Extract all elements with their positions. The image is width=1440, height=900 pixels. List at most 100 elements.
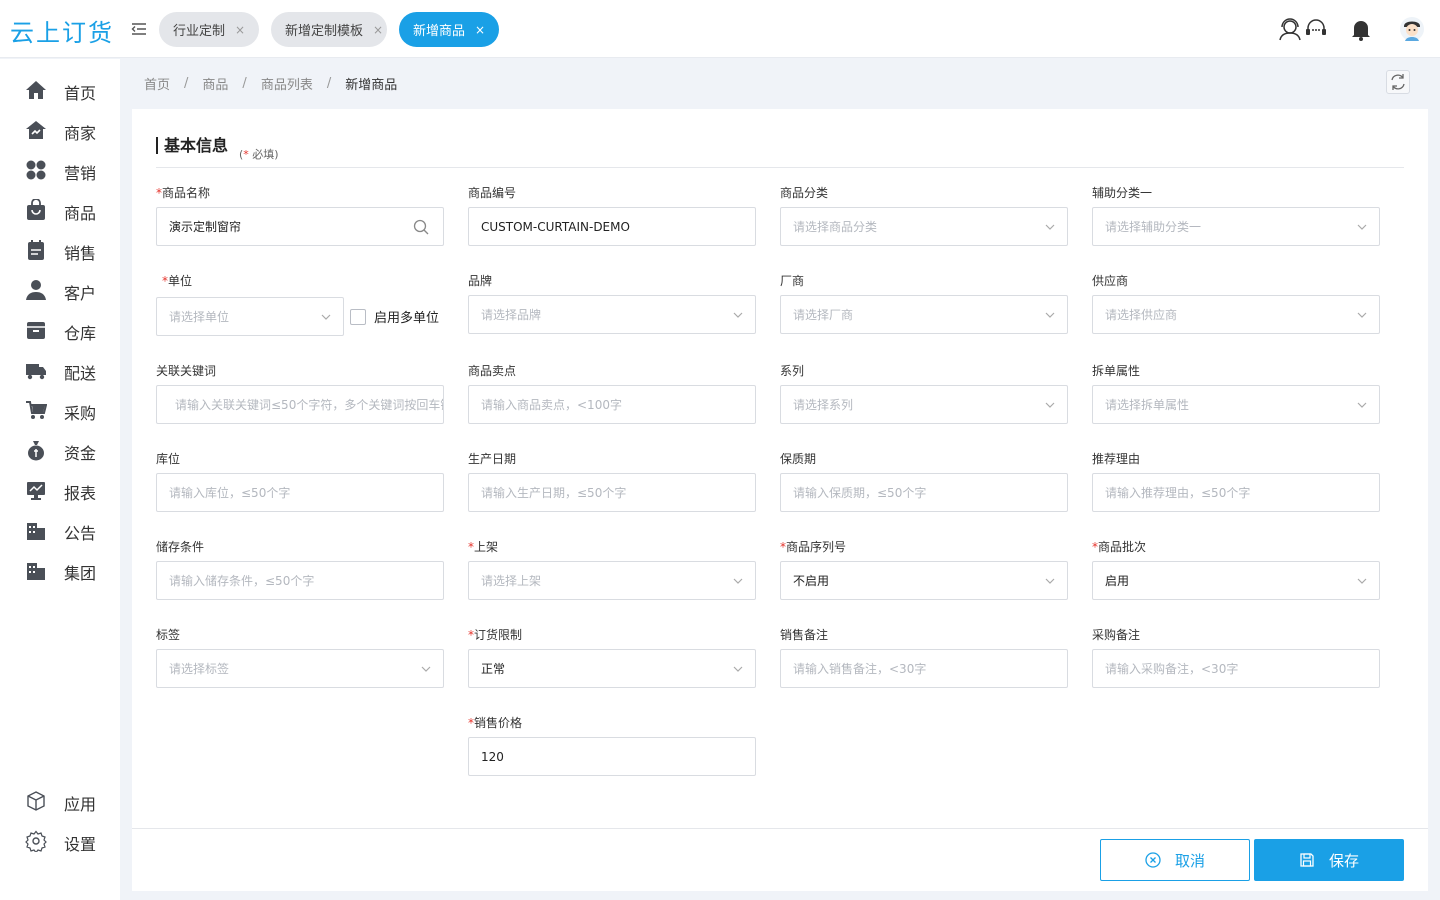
refresh-button[interactable] <box>1386 70 1410 94</box>
gear-icon <box>25 830 47 852</box>
chevron-down-icon <box>1045 402 1055 408</box>
recommend-reason-input[interactable]: 请输入推荐理由，≤50个字 <box>1092 473 1380 512</box>
close-icon[interactable]: × <box>235 23 251 37</box>
sidebar-item-purchase[interactable]: 采购 <box>0 391 120 427</box>
sidebar-item-marketing[interactable]: 营销 <box>0 151 120 187</box>
purchase-note-input[interactable]: 请输入采购备注，<30字 <box>1092 649 1380 688</box>
breadcrumb-product-list[interactable]: 商品列表 <box>261 74 313 93</box>
breadcrumb: 首页 / 商品 / 商品列表 / 新增商品 <box>144 74 397 93</box>
order-limit-select[interactable]: 正常 <box>468 649 756 688</box>
breadcrumb-separator: / <box>184 76 189 91</box>
breadcrumb-home[interactable]: 首页 <box>144 74 170 93</box>
sidebar-item-delivery[interactable]: 配送 <box>0 351 120 387</box>
chevron-down-icon <box>1357 312 1367 318</box>
tab-new-product[interactable]: 新增商品 × <box>399 12 499 47</box>
purchase-note-label: 采购备注 <box>1092 628 1141 642</box>
home-icon <box>26 81 46 99</box>
serial-no-select[interactable]: 不启用 <box>780 561 1068 600</box>
chevron-down-icon <box>733 578 743 584</box>
chevron-down-icon <box>733 312 743 318</box>
app-logo[interactable]: 云上订货 <box>10 13 114 48</box>
production-date-input[interactable]: 请输入生产日期，≤50个字 <box>468 473 756 512</box>
announcement-icon <box>27 523 45 540</box>
chevron-down-icon <box>1045 224 1055 230</box>
recommend-reason-label: 推荐理由 <box>1092 452 1141 466</box>
chevron-down-icon <box>1357 402 1367 408</box>
customer-service-icon[interactable] <box>1277 16 1303 42</box>
customer-icon <box>26 280 46 300</box>
report-icon <box>27 482 45 500</box>
batch-select[interactable]: 启用 <box>1092 561 1380 600</box>
headset-icon[interactable] <box>1303 16 1329 42</box>
listing-label: *上架 <box>468 540 499 554</box>
bag-icon <box>27 199 45 220</box>
production-date-label: 生产日期 <box>468 452 517 466</box>
split-attr-select[interactable]: 请选择拆单属性 <box>1092 385 1380 424</box>
close-circle-icon <box>1145 852 1161 868</box>
chevron-down-icon <box>1357 578 1367 584</box>
unit-label: *单位 <box>162 274 193 288</box>
cart-icon <box>26 401 47 419</box>
sidebar-item-customer[interactable]: 客户 <box>0 271 120 307</box>
series-select[interactable]: 请选择系列 <box>780 385 1068 424</box>
sidebar-item-product[interactable]: 商品 <box>0 191 120 227</box>
sidebar-item-merchant[interactable]: 商家 <box>0 111 120 147</box>
warehouse-icon <box>27 322 45 339</box>
product-form-card: 基本信息 (* 必填) *商品名称 演示定制窗帘 商品编号 CUSTOM-CUR… <box>132 109 1428 891</box>
price-label: *销售价格 <box>468 716 523 730</box>
cancel-button[interactable]: 取消 <box>1100 839 1250 881</box>
multi-unit-checkbox[interactable] <box>350 309 366 325</box>
sidebar-item-apps[interactable]: 应用 <box>0 782 120 818</box>
aux-category-label: 辅助分类一 <box>1092 186 1153 200</box>
tab-industry-custom[interactable]: 行业定制 × <box>159 12 259 47</box>
tab-new-custom-template[interactable]: 新增定制模板 × <box>271 12 387 47</box>
save-button[interactable]: 保存 <box>1254 839 1404 881</box>
tags-label: 标签 <box>156 628 181 642</box>
close-icon[interactable]: × <box>373 23 387 37</box>
series-label: 系列 <box>780 364 805 378</box>
sidebar-item-funds[interactable]: 资金 <box>0 431 120 467</box>
sidebar-item-group[interactable]: 集团 <box>0 551 120 587</box>
sidebar-item-warehouse[interactable]: 仓库 <box>0 311 120 347</box>
selling-point-input[interactable]: 请输入商品卖点，<100字 <box>468 385 756 424</box>
group-icon <box>27 563 45 580</box>
breadcrumb-separator: / <box>326 76 332 91</box>
breadcrumb-product[interactable]: 商品 <box>202 74 228 93</box>
collapse-menu-icon[interactable] <box>130 20 148 38</box>
chevron-down-icon <box>733 666 743 672</box>
listing-select[interactable]: 请选择上架 <box>468 561 756 600</box>
aux-category-select[interactable]: 请选择辅助分类一 <box>1092 207 1380 246</box>
price-input[interactable]: 120 <box>468 737 756 776</box>
keywords-input[interactable]: 请输入关联关键词≤50个字符，多个关键词按回车键 <box>156 385 444 424</box>
shelf-life-input[interactable]: 请输入保质期，≤50个字 <box>780 473 1068 512</box>
close-icon[interactable]: × <box>475 23 491 37</box>
product-name-label: *商品名称 <box>156 186 211 200</box>
unit-select[interactable]: 请选择单位 <box>156 297 344 336</box>
category-select[interactable]: 请选择商品分类 <box>780 207 1068 246</box>
sidebar-item-announcement[interactable]: 公告 <box>0 511 120 547</box>
product-code-input[interactable]: CUSTOM-CURTAIN-DEMO <box>468 207 756 246</box>
truck-icon <box>26 364 46 380</box>
bell-icon[interactable] <box>1348 16 1374 42</box>
keywords-label: 关联关键词 <box>156 364 217 378</box>
location-label: 库位 <box>156 452 181 466</box>
sidebar-item-settings[interactable]: 设置 <box>0 822 120 858</box>
manufacturer-select[interactable]: 请选择厂商 <box>780 295 1068 334</box>
chevron-down-icon <box>321 314 331 320</box>
multi-unit-label[interactable]: 启用多单位 <box>374 307 439 326</box>
location-input[interactable]: 请输入库位，≤50个字 <box>156 473 444 512</box>
avatar[interactable] <box>1399 16 1425 42</box>
search-icon[interactable] <box>413 219 429 235</box>
serial-no-label: *商品序列号 <box>780 540 847 554</box>
supplier-select[interactable]: 请选择供应商 <box>1092 295 1380 334</box>
sales-note-input[interactable]: 请输入销售备注，<30字 <box>780 649 1068 688</box>
brand-select[interactable]: 请选择品牌 <box>468 295 756 334</box>
tags-select[interactable]: 请选择标签 <box>156 649 444 688</box>
sidebar-item-home[interactable]: 首页 <box>0 71 120 107</box>
storage-input[interactable]: 请输入储存条件，≤50个字 <box>156 561 444 600</box>
store-icon <box>26 121 46 139</box>
split-attr-label: 拆单属性 <box>1092 364 1141 378</box>
product-name-input[interactable]: 演示定制窗帘 <box>156 207 444 246</box>
sidebar-item-report[interactable]: 报表 <box>0 471 120 507</box>
sidebar-item-sales[interactable]: 销售 <box>0 231 120 267</box>
